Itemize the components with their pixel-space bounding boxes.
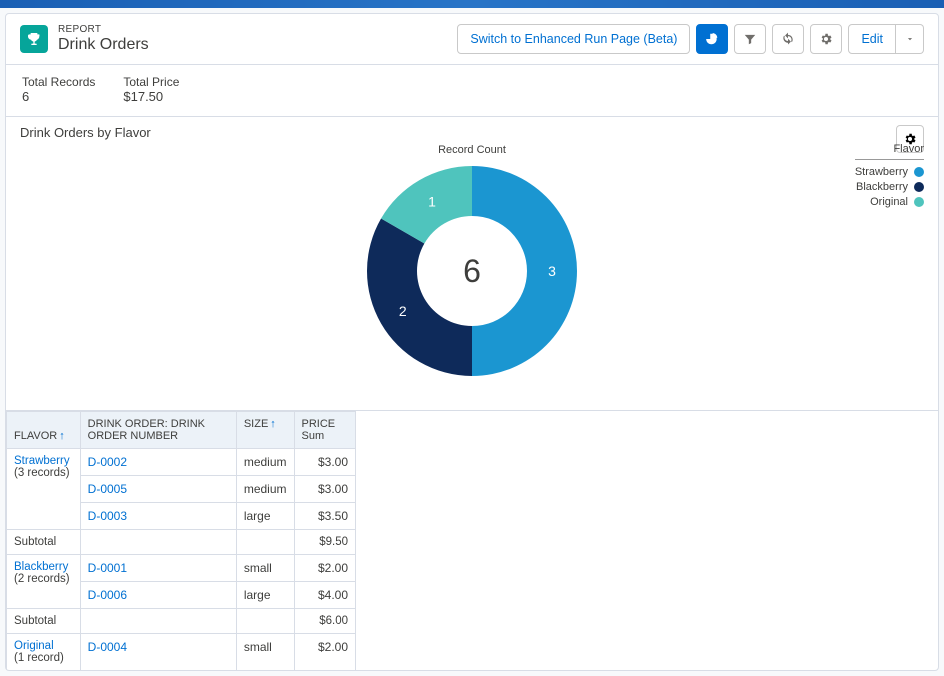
legend-title: Flavor bbox=[855, 143, 924, 160]
total-price-value: $17.50 bbox=[123, 89, 179, 104]
drink-order-link[interactable]: D-0005 bbox=[88, 482, 127, 496]
page-title: Drink Orders bbox=[58, 36, 447, 54]
chart-title: Drink Orders by Flavor bbox=[20, 125, 924, 140]
report-table: FLAVOR↑ DRINK ORDER: DRINK ORDER NUMBER … bbox=[6, 411, 356, 670]
flavor-cell: Strawberry(3 records) bbox=[7, 449, 81, 530]
report-icon bbox=[20, 25, 48, 53]
total-price-label: Total Price bbox=[123, 75, 179, 89]
size-cell: medium bbox=[236, 449, 294, 476]
report-card: REPORT Drink Orders Switch to Enhanced R… bbox=[5, 13, 939, 671]
toolbar: Switch to Enhanced Run Page (Beta) Edit bbox=[457, 24, 924, 54]
drink-number-cell: D-0005 bbox=[80, 476, 236, 503]
subtotal-label: Subtotal bbox=[7, 530, 81, 555]
top-ribbon bbox=[0, 0, 944, 8]
drink-number-cell: D-0004 bbox=[80, 634, 236, 671]
table-section: FLAVOR↑ DRINK ORDER: DRINK ORDER NUMBER … bbox=[6, 411, 938, 670]
switch-run-page-button[interactable]: Switch to Enhanced Run Page (Beta) bbox=[457, 24, 690, 54]
legend-swatch bbox=[914, 182, 924, 192]
add-chart-button[interactable] bbox=[696, 24, 728, 54]
drink-number-cell: D-0001 bbox=[80, 555, 236, 582]
chart-caption: Record Count bbox=[20, 144, 924, 156]
drink-order-link[interactable]: D-0003 bbox=[88, 509, 127, 523]
total-records-value: 6 bbox=[22, 89, 95, 104]
total-price-block: Total Price $17.50 bbox=[123, 75, 179, 104]
total-records-label: Total Records bbox=[22, 75, 95, 89]
gear-icon bbox=[819, 32, 833, 46]
chart-section: Drink Orders by Flavor Record Count 321 … bbox=[6, 117, 938, 411]
legend-item[interactable]: Strawberry bbox=[855, 166, 924, 178]
flavor-link[interactable]: Strawberry bbox=[14, 455, 70, 467]
subtotal-row: Subtotal $6.00 bbox=[7, 609, 356, 634]
col-size[interactable]: SIZE↑ bbox=[236, 412, 294, 449]
col-price[interactable]: PRICE Sum bbox=[294, 412, 355, 449]
table-row: Original(1 record) D-0004 small$2.00 bbox=[7, 634, 356, 671]
settings-button[interactable] bbox=[810, 24, 842, 54]
drink-order-link[interactable]: D-0004 bbox=[88, 640, 127, 654]
price-cell: $2.00 bbox=[294, 634, 355, 671]
col-flavor[interactable]: FLAVOR↑ bbox=[7, 412, 81, 449]
drink-number-cell: D-0002 bbox=[80, 449, 236, 476]
size-cell: large bbox=[236, 582, 294, 609]
size-cell: medium bbox=[236, 476, 294, 503]
subtotal-value: $9.50 bbox=[294, 530, 355, 555]
summary-row: Total Records 6 Total Price $17.50 bbox=[6, 65, 938, 117]
price-cell: $2.00 bbox=[294, 555, 355, 582]
legend-item[interactable]: Original bbox=[855, 196, 924, 208]
flavor-cell: Blackberry(2 records) bbox=[7, 555, 81, 609]
filter-icon bbox=[743, 32, 757, 46]
drink-order-link[interactable]: D-0006 bbox=[88, 588, 127, 602]
table-row: Blackberry(2 records)D-0001small$2.00 bbox=[7, 555, 356, 582]
table-row: Strawberry(3 records)D-0002medium$3.00 bbox=[7, 449, 356, 476]
chevron-down-icon bbox=[905, 34, 915, 44]
total-records-block: Total Records 6 bbox=[22, 75, 95, 104]
size-cell: large bbox=[236, 503, 294, 530]
flavor-link[interactable]: Original bbox=[14, 640, 54, 652]
report-kicker: REPORT bbox=[58, 24, 447, 36]
filter-button[interactable] bbox=[734, 24, 766, 54]
subtotal-label: Subtotal bbox=[7, 609, 81, 634]
drink-number-cell: D-0006 bbox=[80, 582, 236, 609]
chart-icon bbox=[705, 32, 719, 46]
drink-number-cell: D-0003 bbox=[80, 503, 236, 530]
drink-order-link[interactable]: D-0001 bbox=[88, 561, 127, 575]
donut-chart[interactable]: 321 6 bbox=[357, 156, 587, 386]
edit-button-group: Edit bbox=[848, 24, 924, 54]
legend-swatch bbox=[914, 167, 924, 177]
sort-up-icon: ↑ bbox=[268, 418, 276, 430]
subtotal-row: Subtotal $9.50 bbox=[7, 530, 356, 555]
chart-legend: Flavor Strawberry Blackberry Original bbox=[855, 143, 924, 211]
edit-button[interactable]: Edit bbox=[848, 24, 896, 54]
legend-label: Original bbox=[870, 196, 908, 208]
legend-item[interactable]: Blackberry bbox=[855, 181, 924, 193]
legend-swatch bbox=[914, 197, 924, 207]
refresh-button[interactable] bbox=[772, 24, 804, 54]
price-cell: $3.00 bbox=[294, 449, 355, 476]
page: REPORT Drink Orders Switch to Enhanced R… bbox=[0, 8, 944, 676]
sort-up-icon: ↑ bbox=[57, 430, 65, 442]
edit-dropdown-button[interactable] bbox=[896, 24, 924, 54]
size-cell: small bbox=[236, 634, 294, 671]
flavor-link[interactable]: Blackberry bbox=[14, 561, 68, 573]
refresh-icon bbox=[781, 32, 795, 46]
chart-wrap: 321 6 bbox=[20, 156, 924, 386]
legend-label: Strawberry bbox=[855, 166, 908, 178]
report-header: REPORT Drink Orders Switch to Enhanced R… bbox=[6, 14, 938, 65]
subtotal-value: $6.00 bbox=[294, 609, 355, 634]
col-drink-number[interactable]: DRINK ORDER: DRINK ORDER NUMBER bbox=[80, 412, 236, 449]
flavor-cell: Original(1 record) bbox=[7, 634, 81, 671]
price-cell: $4.00 bbox=[294, 582, 355, 609]
size-cell: small bbox=[236, 555, 294, 582]
title-block: REPORT Drink Orders bbox=[58, 24, 447, 54]
price-cell: $3.00 bbox=[294, 476, 355, 503]
price-cell: $3.50 bbox=[294, 503, 355, 530]
donut-center-value: 6 bbox=[357, 156, 587, 386]
drink-order-link[interactable]: D-0002 bbox=[88, 455, 127, 469]
legend-label: Blackberry bbox=[856, 181, 908, 193]
